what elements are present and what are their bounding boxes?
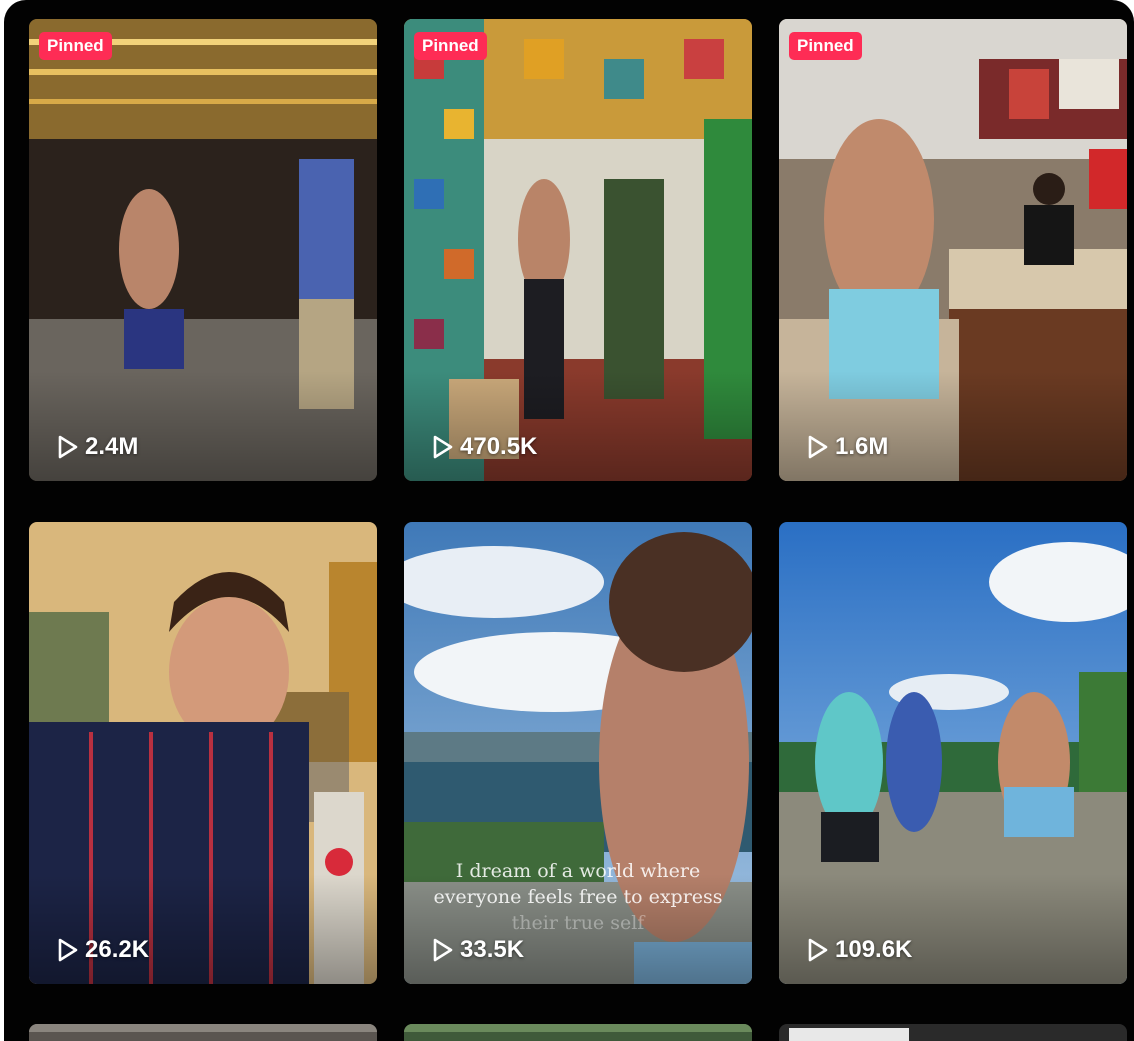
view-count: 1.6M [807, 433, 888, 461]
thumbnail-shade [779, 371, 1127, 481]
video-card[interactable]: Pinned 2.4M [29, 19, 377, 481]
play-icon [57, 435, 79, 459]
view-count-text: 26.2K [85, 936, 150, 963]
caption-line: everyone feels free to express [433, 886, 723, 908]
thumbnail-shade [29, 371, 377, 481]
thumbnail-shade [29, 874, 377, 984]
video-caption: I dream of a world where everyone feels … [404, 858, 752, 936]
view-count: 470.5K [432, 433, 537, 461]
view-count: 2.4M [57, 433, 138, 461]
pinned-badge: Pinned [39, 32, 112, 60]
video-card[interactable]: I dream of a world where everyone feels … [404, 522, 752, 984]
video-card[interactable]: Pinned 470.5K [404, 19, 752, 481]
thumbnail-shade [404, 371, 752, 481]
video-grid: Pinned 2.4M Pinned 470.5K Pinned 1.6M 26… [4, 0, 1134, 1041]
view-count-text: 33.5K [460, 936, 525, 963]
view-count: 109.6K [807, 936, 912, 964]
view-count-text: 2.4M [85, 433, 139, 460]
pinned-badge: Pinned [789, 32, 862, 60]
video-card[interactable] [29, 1024, 377, 1041]
view-count-text: 109.6K [835, 936, 913, 963]
video-card[interactable] [404, 1024, 752, 1041]
view-count: 26.2K [57, 936, 149, 964]
caption-line: I dream of a world where [455, 860, 701, 882]
view-count: 33.5K [432, 936, 524, 964]
video-card[interactable]: Pinned 1.6M [779, 19, 1127, 481]
video-thumbnail [779, 1024, 1127, 1041]
video-thumbnail [404, 1024, 752, 1041]
video-thumbnail [29, 1024, 377, 1041]
video-card[interactable]: 26.2K [29, 522, 377, 984]
video-grid-panel: Pinned 2.4M Pinned 470.5K Pinned 1.6M 26… [4, 0, 1134, 1041]
play-icon [807, 938, 829, 962]
thumbnail-shade [779, 874, 1127, 984]
play-icon [432, 435, 454, 459]
pinned-badge: Pinned [414, 32, 487, 60]
view-count-text: 470.5K [460, 433, 538, 460]
video-card[interactable]: 109.6K [779, 522, 1127, 984]
play-icon [57, 938, 79, 962]
video-card[interactable] [779, 1024, 1127, 1041]
play-icon [807, 435, 829, 459]
caption-line: their true self [511, 912, 645, 934]
play-icon [432, 938, 454, 962]
view-count-text: 1.6M [835, 433, 889, 460]
